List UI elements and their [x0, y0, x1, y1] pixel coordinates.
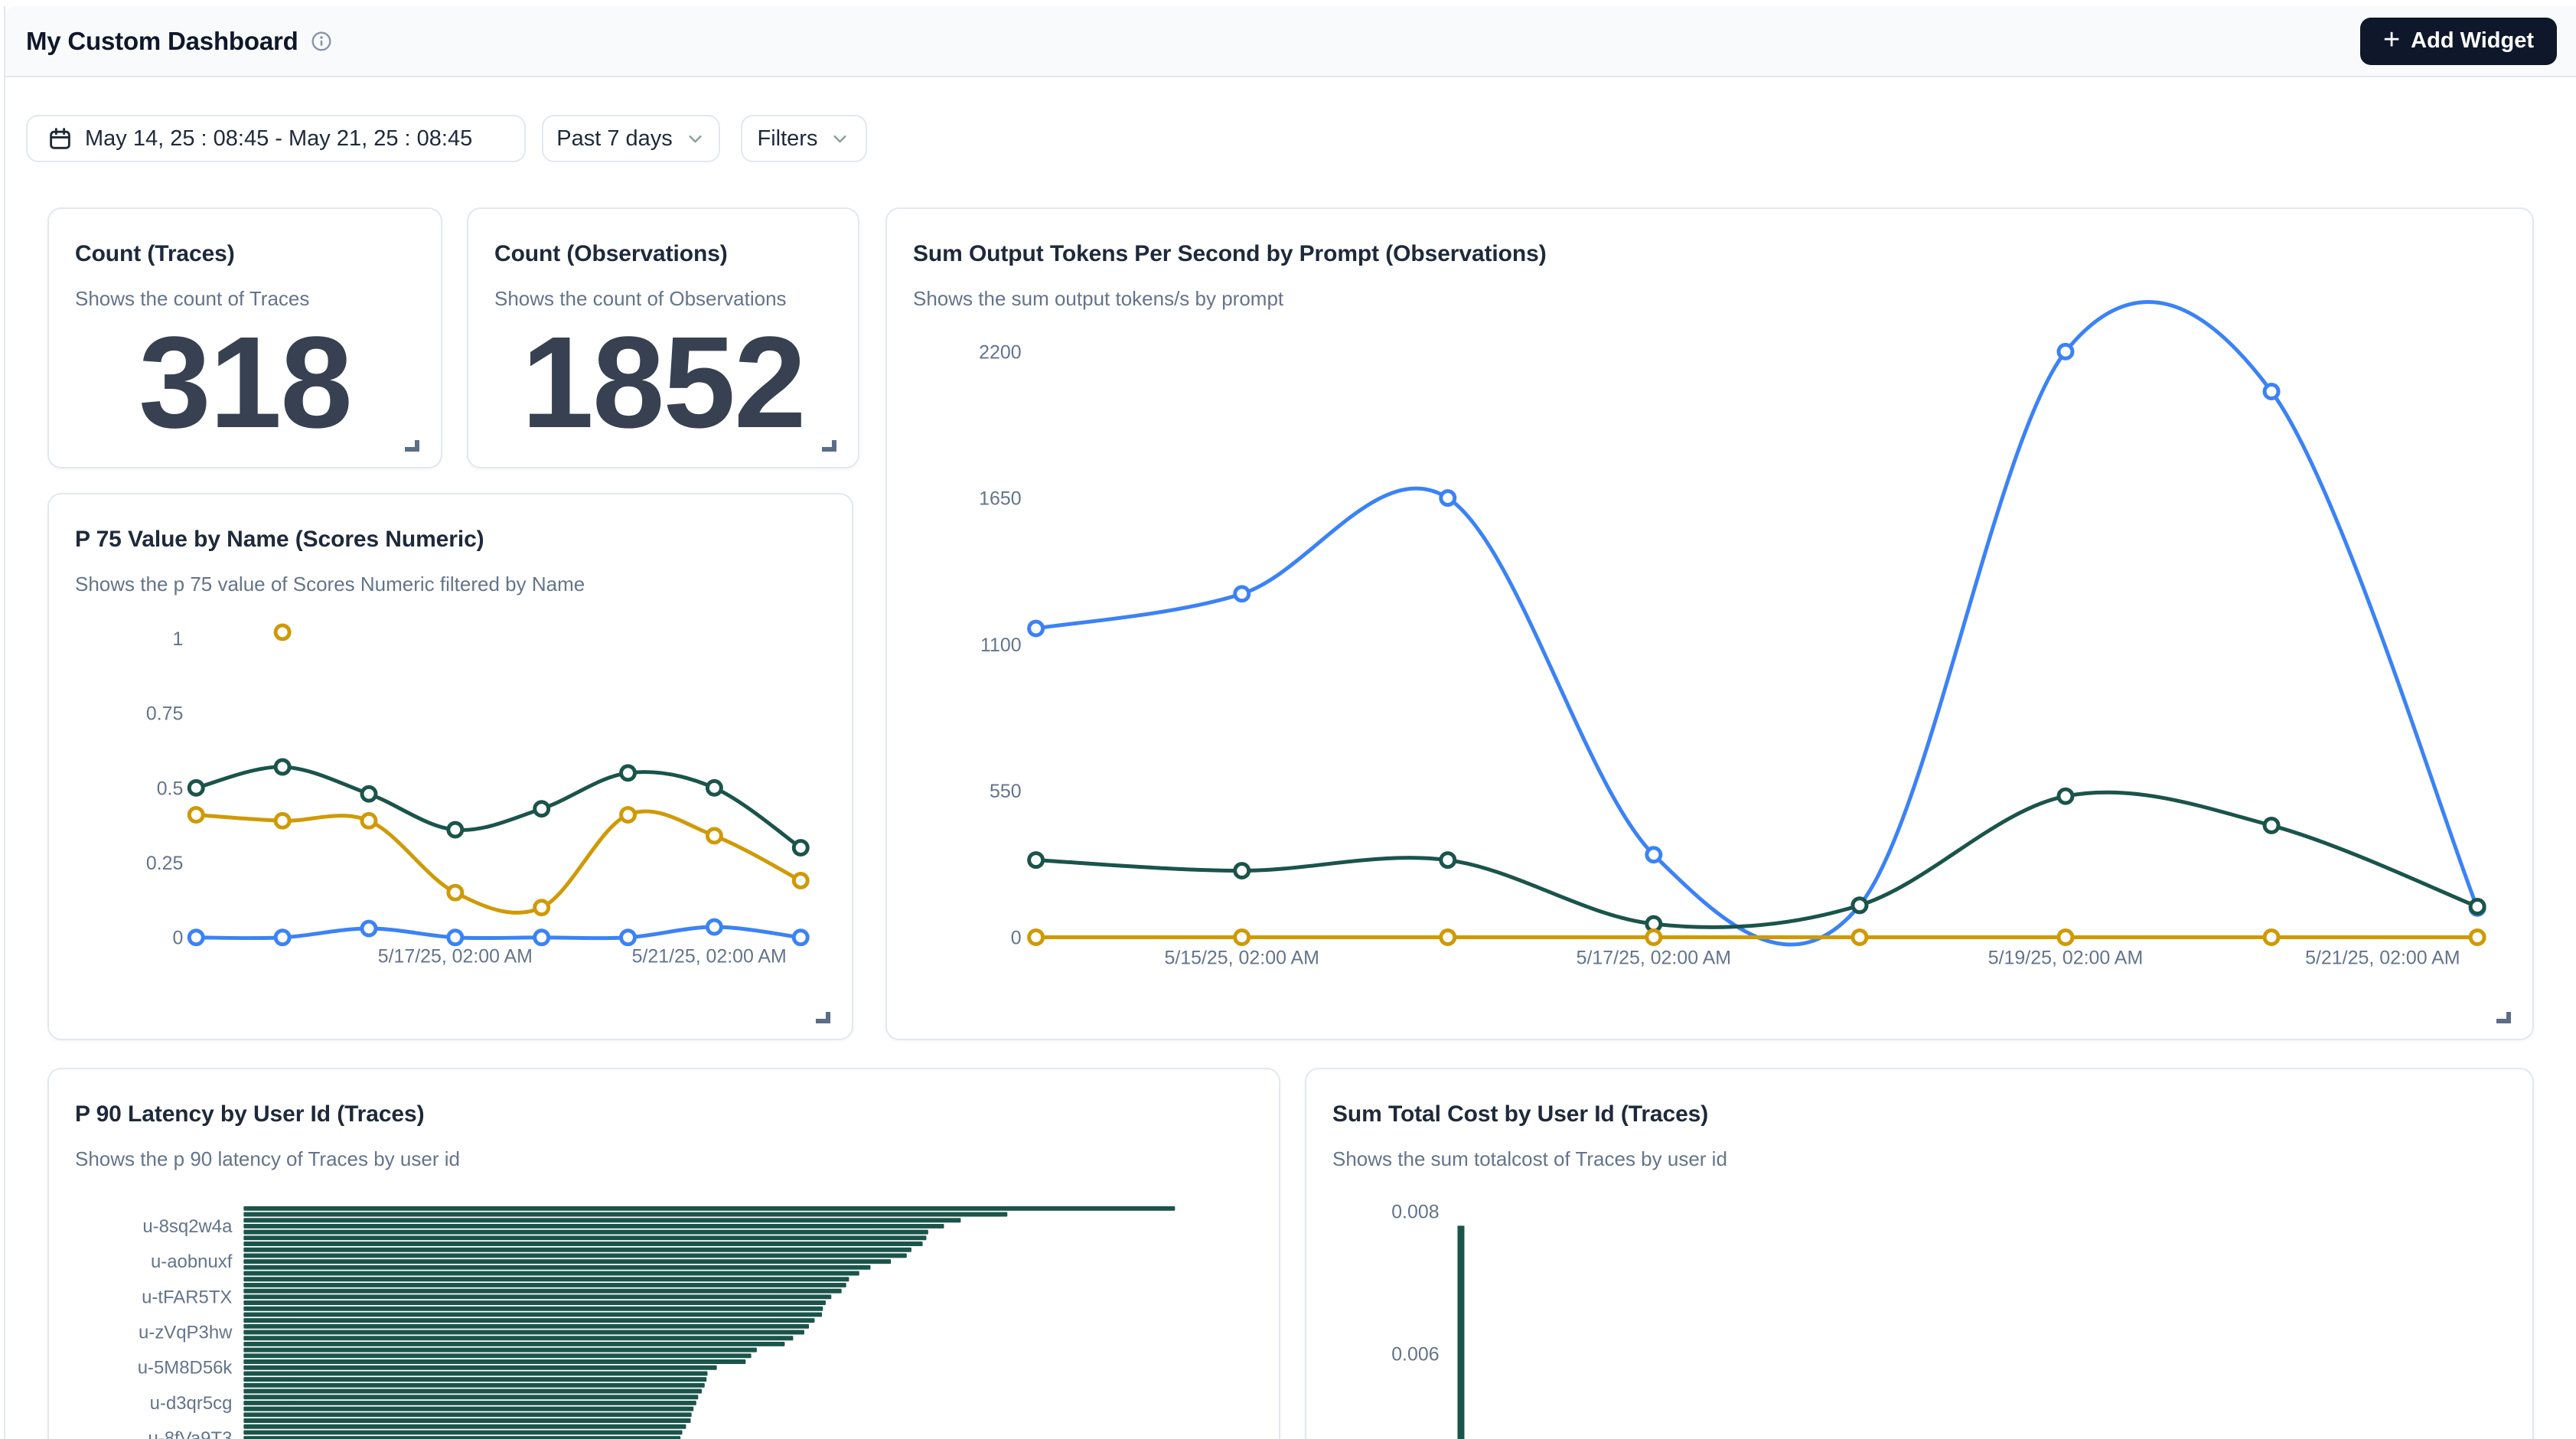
range-preset-value: Past 7 days [556, 126, 673, 152]
page-title: My Custom Dashboard [26, 27, 298, 56]
widget-subtitle: Shows the p 90 latency of Traces by user… [75, 1147, 460, 1171]
svg-text:550: 550 [990, 781, 1022, 802]
svg-text:0.008: 0.008 [1391, 1202, 1439, 1223]
widget-count-observations: Count (Observations) Shows the count of … [467, 207, 859, 468]
svg-text:0.5: 0.5 [157, 778, 184, 799]
header: My Custom Dashboard + Add Widget [5, 6, 2576, 77]
widget-p90-latency-chart: u-8sq2w4a u-aobnuxf u-tFAR5TX u-zVqP3hw u-5M… [47, 1068, 1280, 1439]
resize-handle-icon[interactable] [816, 1012, 830, 1023]
resize-handle-icon[interactable] [405, 440, 419, 452]
widget-title: P 75 Value by Name (Scores Numeric) [75, 527, 484, 553]
widget-count-traces: Count (Traces) Shows the count of Traces… [47, 207, 442, 468]
svg-text:u-d3qr5cg: u-d3qr5cg [150, 1393, 233, 1414]
svg-text:5/21/25, 02:00 AM: 5/21/25, 02:00 AM [2305, 947, 2460, 968]
calendar-icon [47, 126, 73, 152]
svg-text:1: 1 [172, 628, 183, 650]
svg-text:5/17/25, 02:00 AM: 5/17/25, 02:00 AM [378, 946, 533, 967]
svg-text:5/17/25, 02:00 AM: 5/17/25, 02:00 AM [1577, 947, 1731, 968]
svg-text:u-8fVa9T3: u-8fVa9T3 [148, 1428, 232, 1439]
date-range-value: May 14, 25 : 08:45 - May 21, 25 : 08:45 [85, 126, 472, 152]
widget-p75-chart: 0 0.25 0.5 0.75 1 5/17/25, 02:00 AM 5/21/25, 0… [47, 493, 853, 1040]
add-widget-label: Add Widget [2411, 28, 2534, 54]
svg-text:2200: 2200 [979, 341, 1022, 363]
svg-text:0.75: 0.75 [146, 703, 183, 725]
content-left-divider [4, 6, 5, 1439]
add-widget-button[interactable]: + Add Widget [2360, 18, 2557, 65]
svg-text:5/15/25, 02:00 AM: 5/15/25, 02:00 AM [1164, 947, 1319, 968]
widget-tokens-chart: 0 550 1100 1650 2200 5/15/25, 02:00 AM 5/17/25… [885, 207, 2534, 1040]
dashboard-page: My Custom Dashboard + Add Widget May 14,… [0, 0, 2576, 1439]
resize-handle-icon[interactable] [822, 440, 836, 452]
svg-text:u-aobnuxf: u-aobnuxf [151, 1251, 233, 1272]
count-value: 1852 [468, 318, 858, 448]
widget-subtitle: Shows the sum output tokens/s by prompt [913, 287, 1283, 311]
chevron-down-icon [685, 129, 706, 149]
info-icon[interactable] [311, 31, 332, 52]
widget-subtitle: Shows the count of Traces [75, 287, 309, 311]
filters-dropdown[interactable]: Filters [741, 115, 867, 162]
svg-text:1650: 1650 [979, 488, 1022, 510]
widget-title: Count (Traces) [75, 241, 235, 267]
widget-subtitle: Shows the sum totalcost of Traces by use… [1332, 1147, 1727, 1171]
svg-text:u-8sq2w4a: u-8sq2w4a [142, 1216, 233, 1237]
date-range-picker[interactable]: May 14, 25 : 08:45 - May 21, 25 : 08:45 [26, 115, 526, 162]
chevron-down-icon [830, 129, 850, 149]
svg-text:0.25: 0.25 [146, 853, 183, 874]
plus-icon: + [2383, 25, 2400, 54]
svg-text:5/19/25, 02:00 AM: 5/19/25, 02:00 AM [1988, 947, 2143, 968]
svg-text:5/21/25, 02:00 AM: 5/21/25, 02:00 AM [632, 946, 787, 967]
widget-subtitle: Shows the count of Observations [494, 287, 787, 311]
count-value: 318 [49, 318, 441, 448]
svg-text:u-zVqP3hw: u-zVqP3hw [139, 1323, 233, 1343]
resize-handle-icon[interactable] [2496, 1012, 2511, 1023]
tokens-line-chart: 0 550 1100 1650 2200 5/15/25, 02:00 AM 5/17/25… [887, 209, 2532, 1039]
widget-title: P 90 Latency by User Id (Traces) [75, 1101, 424, 1127]
svg-text:0: 0 [172, 928, 183, 949]
range-preset-dropdown[interactable]: Past 7 days [542, 115, 720, 162]
widget-title: Sum Output Tokens Per Second by Prompt (… [913, 241, 1547, 267]
widget-total-cost-chart: 0.008 0.006 Sum Total Cost by User Id (Tr… [1305, 1068, 2534, 1439]
svg-text:1100: 1100 [980, 635, 1022, 656]
svg-text:0: 0 [1011, 927, 1022, 948]
svg-text:u-5M8D56k: u-5M8D56k [138, 1358, 233, 1379]
filters-label: Filters [758, 126, 818, 152]
svg-text:u-tFAR5TX: u-tFAR5TX [142, 1287, 232, 1307]
widget-subtitle: Shows the p 75 value of Scores Numeric f… [75, 573, 585, 596]
widget-title: Count (Observations) [494, 241, 728, 267]
svg-text:0.006: 0.006 [1391, 1344, 1439, 1366]
widget-title: Sum Total Cost by User Id (Traces) [1332, 1101, 1708, 1127]
